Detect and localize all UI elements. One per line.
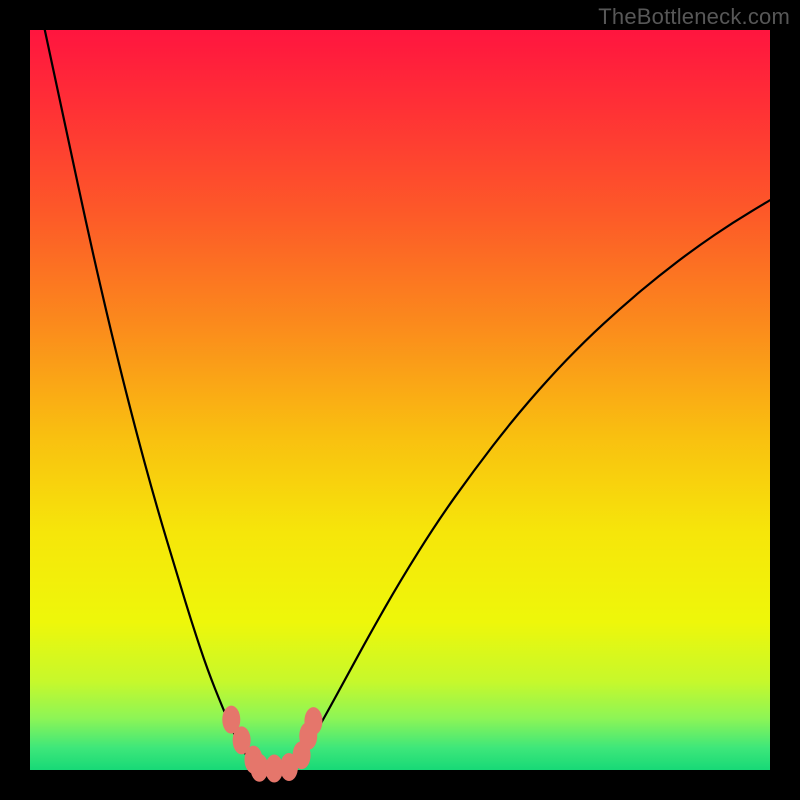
curve-marker <box>304 707 322 735</box>
bottleneck-chart <box>0 0 800 800</box>
watermark-label: TheBottleneck.com <box>598 4 790 30</box>
chart-frame: TheBottleneck.com <box>0 0 800 800</box>
gradient-background <box>30 30 770 770</box>
